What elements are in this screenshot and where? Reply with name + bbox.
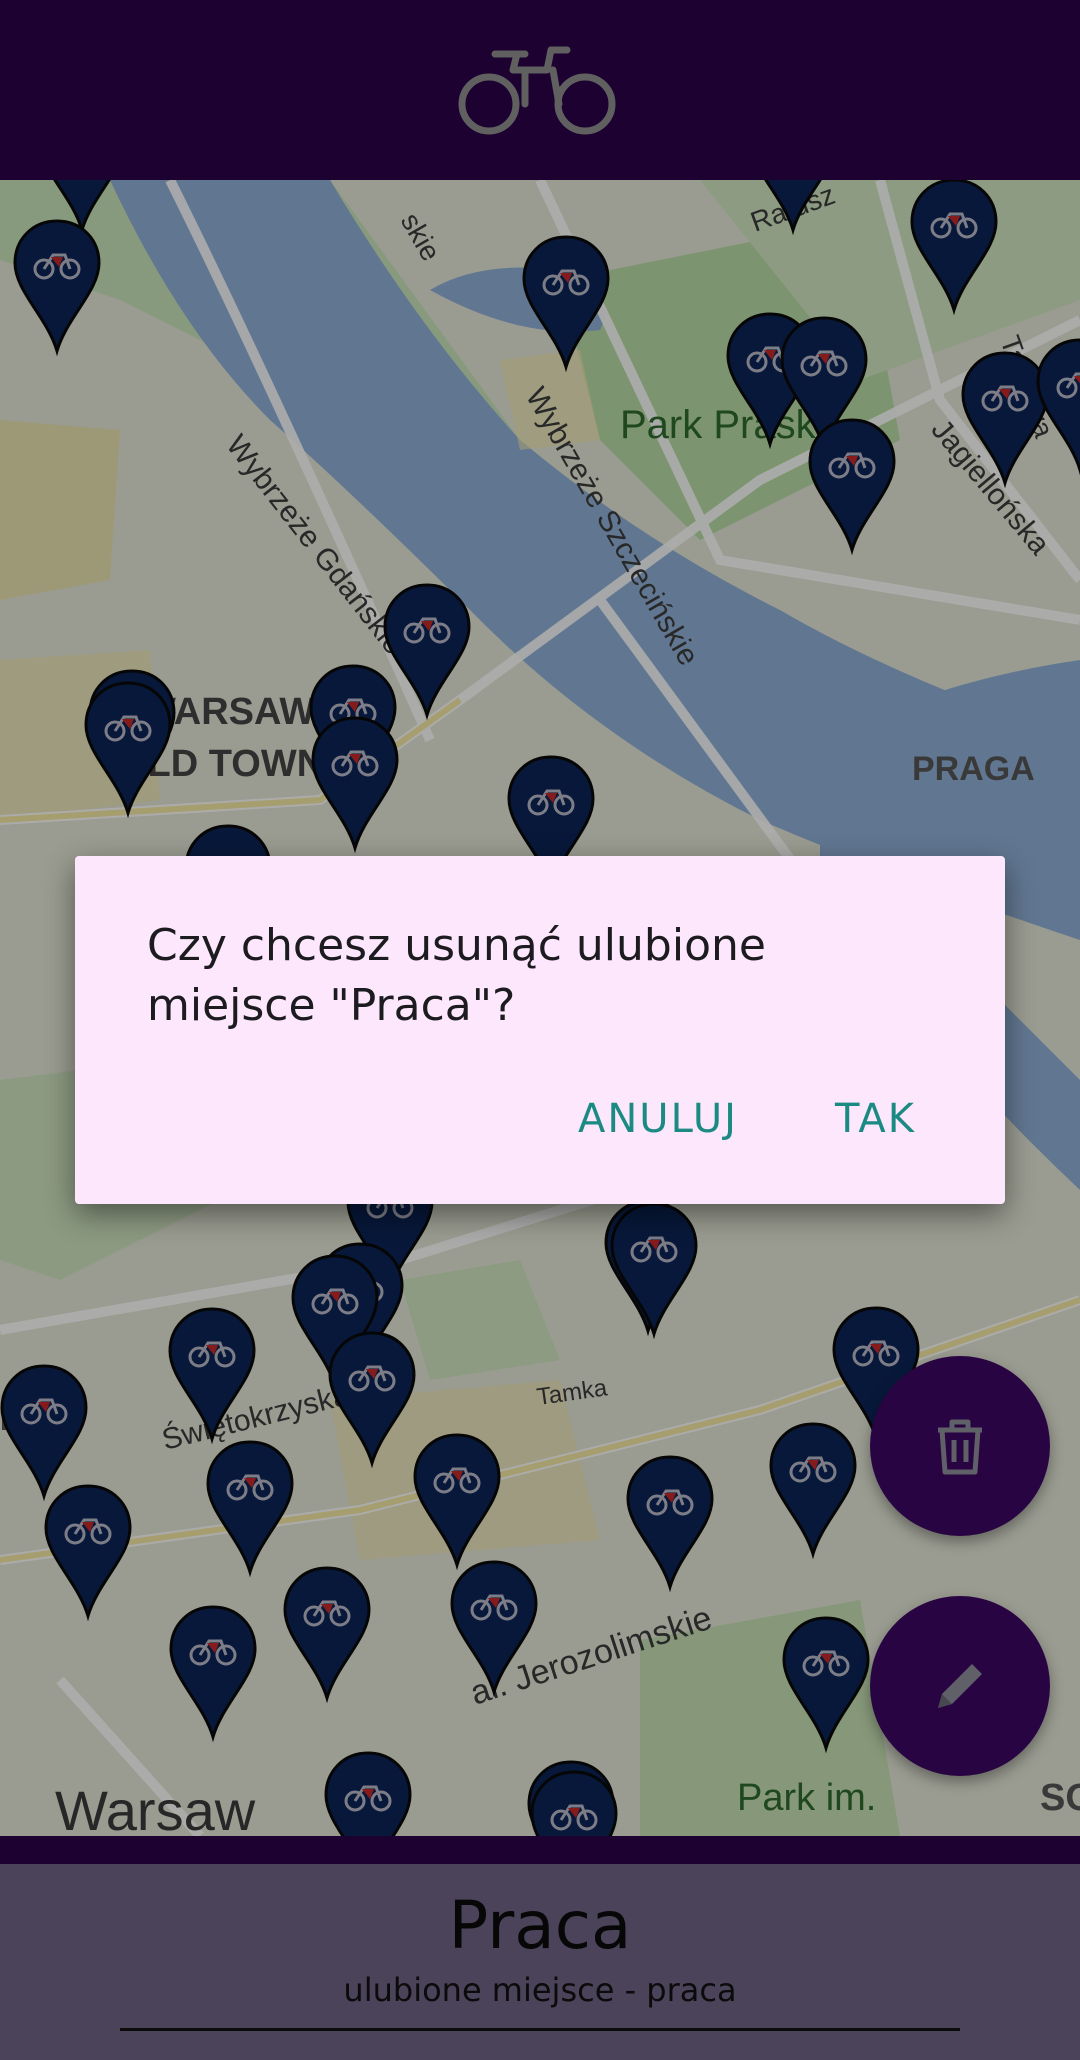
map-label-park: Park im.: [737, 1777, 876, 1819]
delete-favorite-button[interactable]: [870, 1356, 1050, 1536]
app-bar: [0, 0, 1080, 180]
bottom-strip: [0, 1836, 1080, 1864]
cancel-button[interactable]: ANULUJ: [578, 1096, 738, 1142]
divider: [120, 2028, 960, 2031]
pencil-icon: [938, 1664, 982, 1708]
edit-favorite-button[interactable]: [870, 1596, 1050, 1776]
favorite-place-sheet[interactable]: Praca ulubione miejsce - praca: [0, 1864, 1080, 2060]
map-label-district: PRAGA: [912, 750, 1035, 788]
trash-icon: [938, 1419, 982, 1475]
place-title: Praca: [448, 1887, 632, 1964]
delete-confirm-dialog: Czy chcesz usunąć ulubione miejsce "Prac…: [75, 856, 1005, 1204]
map-label-park: Park Praski: [620, 403, 825, 447]
confirm-button[interactable]: TAK: [835, 1096, 916, 1142]
map-label-city: Warsaw: [55, 1779, 256, 1836]
place-subtitle: ulubione miejsce - praca: [343, 1971, 737, 2009]
map-label: SO: [1040, 1777, 1080, 1819]
bike-logo-icon: [458, 46, 616, 135]
dialog-message: Czy chcesz usunąć ulubione miejsce "Prac…: [147, 920, 766, 1031]
